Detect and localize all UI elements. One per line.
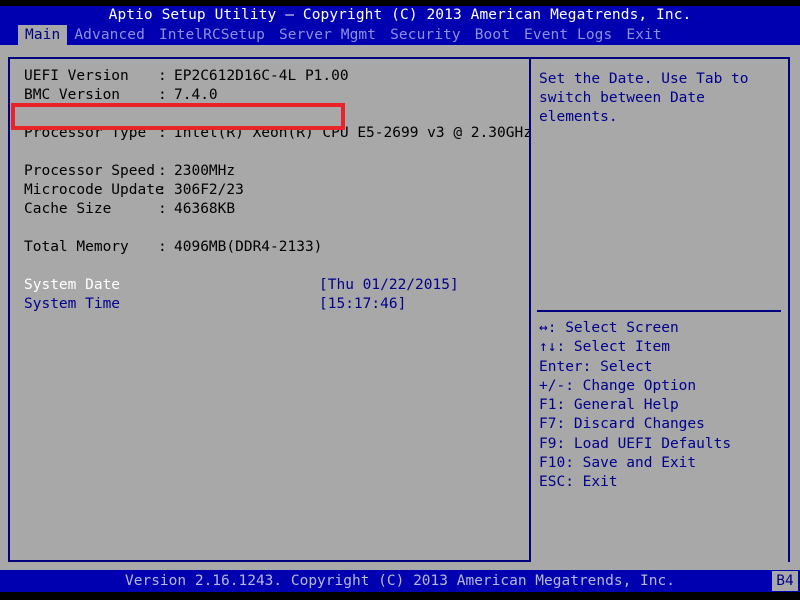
info-label: Total Memory bbox=[24, 239, 129, 255]
menu-item-exit[interactable]: Exit bbox=[619, 25, 668, 45]
help-description: Set the Date. Use Tab to switch between D… bbox=[539, 70, 783, 127]
menu-item-security[interactable]: Security bbox=[383, 25, 468, 45]
menu-item-server-mgmt[interactable]: Server Mgmt bbox=[272, 25, 383, 45]
info-value: Intel(R) Xeon(R) CPU E5-2699 v3 @ 2.30GH… bbox=[174, 125, 532, 141]
info-separator: : bbox=[158, 125, 167, 141]
info-label: UEFI Version bbox=[24, 68, 129, 84]
info-separator: : bbox=[158, 239, 167, 255]
bottom-black-bezel bbox=[0, 592, 800, 600]
info-separator: : bbox=[158, 201, 167, 217]
info-value: 2300MHz bbox=[174, 163, 236, 179]
info-label: BMC Version bbox=[24, 87, 121, 103]
info-separator: : bbox=[158, 87, 167, 103]
help-description-line: switch between Date elements. bbox=[539, 90, 705, 125]
menu-item-intelrcsetup[interactable]: IntelRCSetup bbox=[152, 25, 272, 45]
setting-label: System Date bbox=[24, 277, 121, 293]
footer-version-text: Version 2.16.1243. Copyright (C) 2013 Am… bbox=[125, 573, 675, 589]
menu-item-main[interactable]: Main bbox=[18, 25, 68, 45]
menu-bar[interactable]: Main Advanced IntelRCSetup Server Mgmt Secur… bbox=[0, 25, 800, 45]
info-row: UEFI Version: EP2C612D16C-4L P1.00 bbox=[24, 67, 529, 86]
help-key-item: ↑↓: Select Item bbox=[539, 339, 670, 356]
menu-item-event-logs[interactable]: Event Logs bbox=[517, 25, 619, 45]
setting-value[interactable]: [15:17:46] bbox=[319, 295, 406, 314]
info-row: Total Memory:4096MB(DDR4-2133) bbox=[24, 238, 529, 257]
help-key-item: F1: General Help bbox=[539, 397, 679, 414]
content-area: UEFI Version: EP2C612D16C-4L P1.00 BMC Ver… bbox=[0, 45, 800, 570]
info-label: Processor Speed bbox=[24, 163, 155, 179]
footer-build-badge: B4 bbox=[772, 571, 798, 591]
main-info-panel: UEFI Version: EP2C612D16C-4L P1.00 BMC Ver… bbox=[8, 57, 532, 562]
setting-label: System Time bbox=[24, 296, 121, 312]
help-panel: Set the Date. Use Tab to switch between D… bbox=[531, 57, 790, 562]
setting-row-system-time[interactable]: System Time [15:17:46] bbox=[24, 295, 529, 314]
menu-item-boot[interactable]: Boot bbox=[468, 25, 517, 45]
help-key-item: F10: Save and Exit bbox=[539, 455, 697, 472]
info-separator: : bbox=[158, 68, 167, 84]
info-separator: : bbox=[158, 163, 167, 179]
info-label: Cache Size bbox=[24, 201, 112, 217]
info-value: 7.4.0 bbox=[174, 87, 218, 103]
setting-row-system-date[interactable]: System Date [Thu 01/22/2015] bbox=[24, 276, 529, 295]
menu-item-advanced[interactable]: Advanced bbox=[67, 25, 152, 45]
info-row: BMC Version:7.4.0 bbox=[24, 86, 529, 105]
info-row: Microcode Update: 306F2/23 bbox=[24, 181, 529, 200]
footer-bar: Version 2.16.1243. Copyright (C) 2013 Am… bbox=[0, 570, 800, 592]
help-key-item: ↔: Select Screen bbox=[539, 320, 679, 336]
info-row: Processor Speed:2300MHz bbox=[24, 162, 529, 181]
info-separator: : bbox=[158, 182, 167, 198]
info-label: Microcode Update bbox=[24, 182, 164, 198]
help-key-item: Enter: Select bbox=[539, 358, 653, 375]
help-key-item: ESC: Exit bbox=[539, 474, 618, 491]
info-value: 306F2/23 bbox=[174, 182, 244, 198]
help-description-line: Set the Date. Use Tab to bbox=[539, 71, 749, 87]
help-key-item: F7: Discard Changes bbox=[539, 416, 705, 433]
info-value: 46368KB bbox=[174, 201, 236, 217]
info-label: Processor Type bbox=[24, 125, 147, 141]
help-key-list: ↔: Select Screen ↑↓: Select Item Enter: Se… bbox=[539, 319, 785, 493]
info-row: Cache Size:46368KB bbox=[24, 200, 529, 219]
help-key-item: +/-: Change Option bbox=[539, 377, 697, 394]
datetime-rows[interactable]: System Date [Thu 01/22/2015] System Time [1… bbox=[24, 276, 529, 314]
info-value: EP2C612D16C-4L P1.00 bbox=[174, 68, 349, 84]
main-info-list: UEFI Version: EP2C612D16C-4L P1.00 BMC Ver… bbox=[24, 67, 532, 314]
bios-screen: Aptio Setup Utility – Copyright (C) 2013… bbox=[0, 0, 800, 600]
help-separator bbox=[537, 310, 781, 312]
system-info-rows: UEFI Version: EP2C612D16C-4L P1.00 BMC Ver… bbox=[24, 67, 532, 276]
help-key-item: F9: Load UEFI Defaults bbox=[539, 435, 732, 452]
setting-value[interactable]: [Thu 01/22/2015] bbox=[319, 276, 459, 295]
info-value: 4096MB(DDR4-2133) bbox=[174, 239, 323, 255]
info-row: Processor Type: Intel(R) Xeon(R) CPU E5-2… bbox=[24, 124, 532, 143]
app-title-bar: Aptio Setup Utility – Copyright (C) 2013… bbox=[0, 6, 800, 25]
